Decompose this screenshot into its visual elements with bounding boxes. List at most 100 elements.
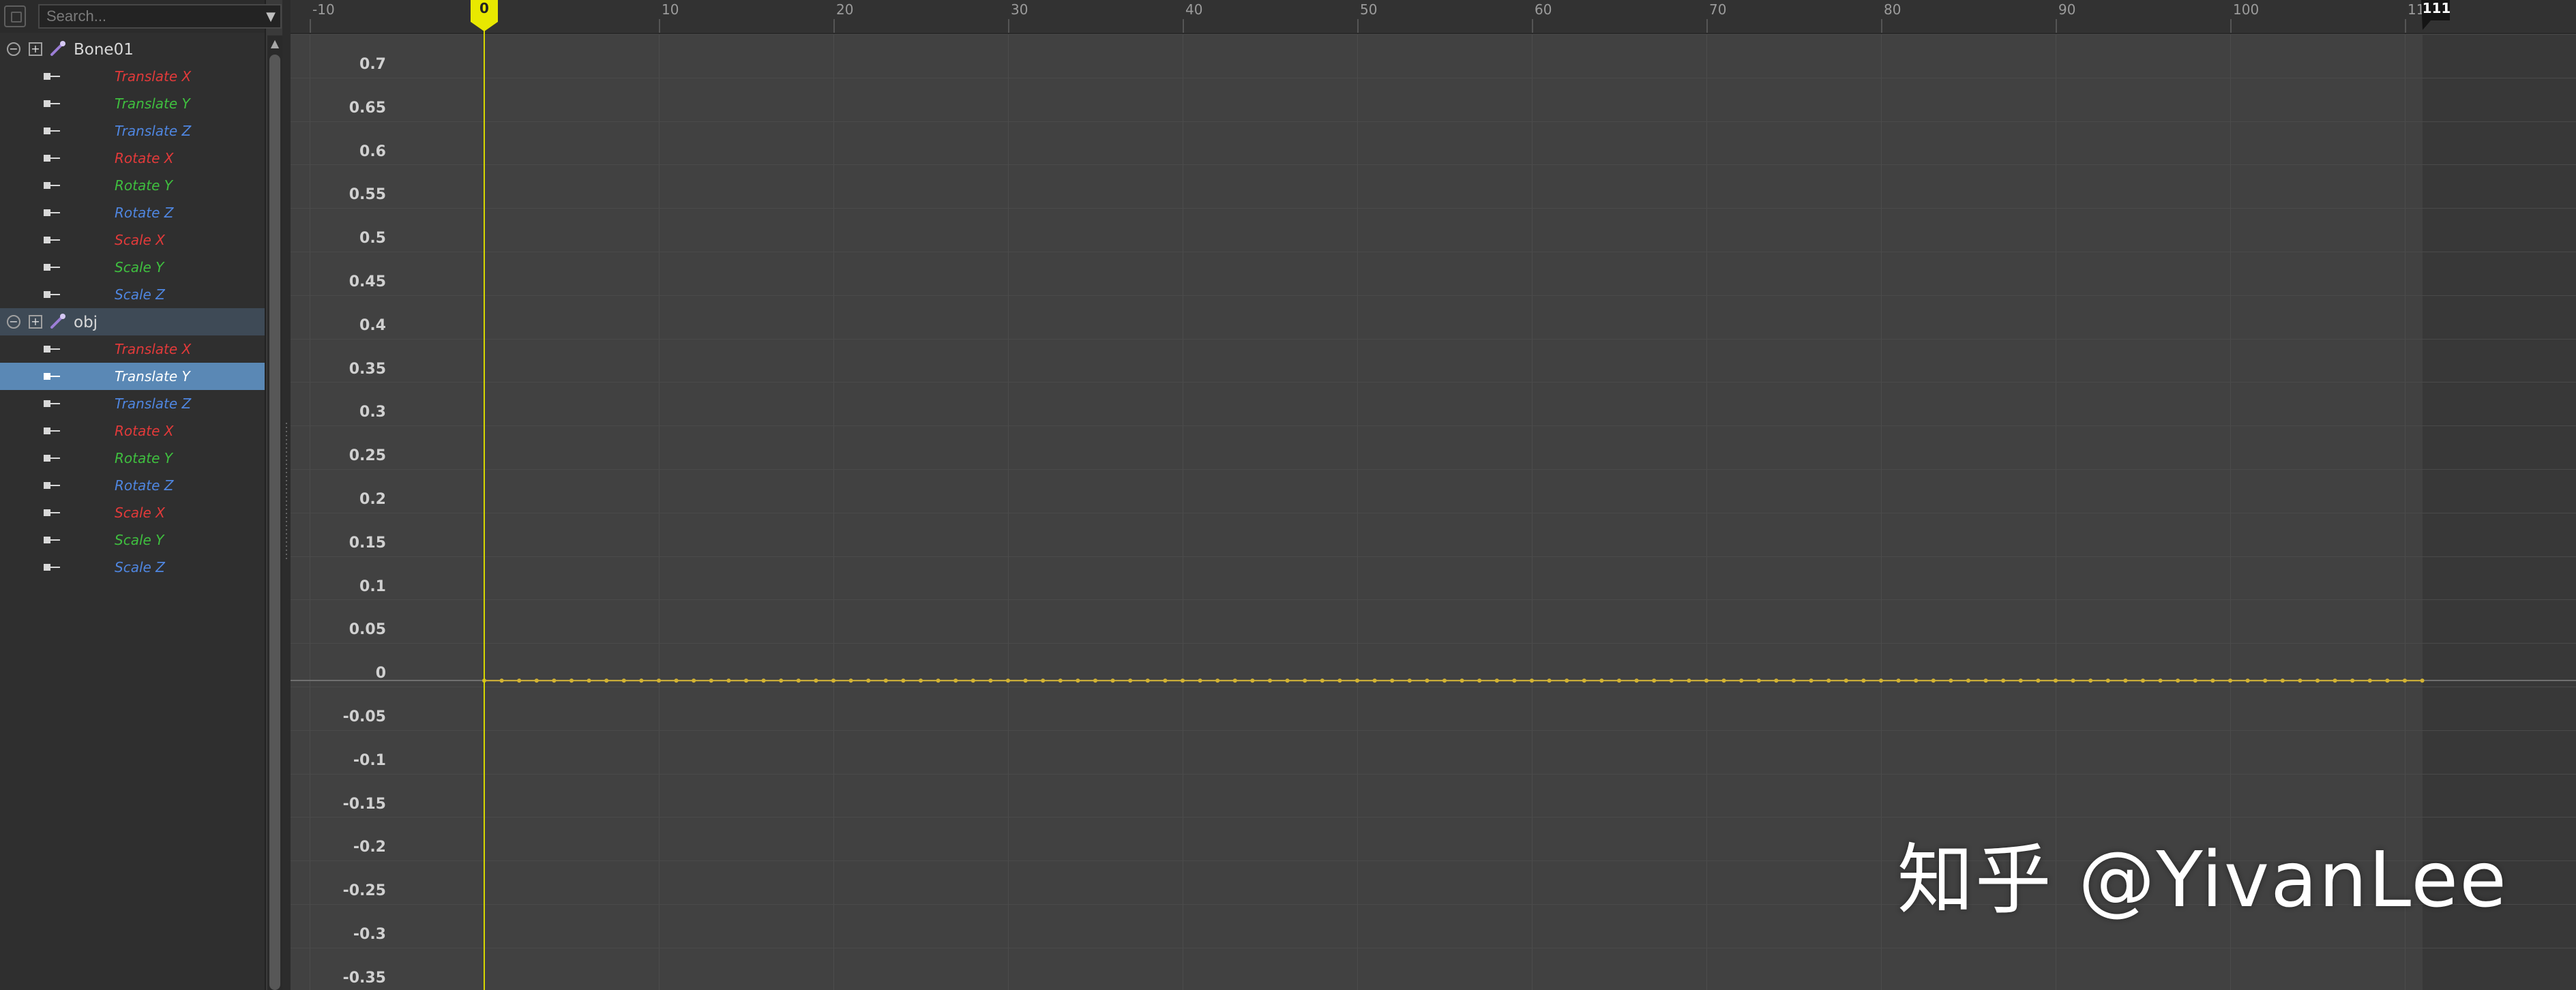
chevron-down-icon[interactable]: ▼ [261,5,280,27]
expand-all-icon[interactable]: + [29,42,42,56]
value-axis-label: -0.15 [342,795,386,813]
current-frame-readout: 0 [471,0,498,20]
ruler-tick-label: 100 [2233,1,2260,18]
track-label: Scale Y [115,532,164,548]
collapse-icon[interactable]: − [7,42,20,56]
key-track-icon [44,100,60,107]
zero-axis-line [291,680,2576,682]
tree-node-obj[interactable]: − + obj [0,308,265,335]
track-label: Scale Z [115,559,165,575]
grid-line-vertical [1532,33,1533,990]
tree-node-label: obj [74,314,98,331]
ruler-tick-label: 50 [1360,1,1378,18]
track-row-rotate-z[interactable]: Rotate Z [0,472,265,499]
value-axis-label: -0.25 [342,882,386,900]
ruler-tick-label: 60 [1535,1,1552,18]
track-label: Translate Z [115,395,192,412]
grid-line-horizontal [291,469,2576,470]
tree-node-label: Bone01 [74,41,134,59]
search-box[interactable]: ▼ [38,4,282,29]
track-row-scale-x[interactable]: Scale X [0,499,265,526]
watermark: 知乎 @YivanLee [1897,836,2508,925]
ruler-tick-label: 40 [1185,1,1203,18]
value-axis-label: 0.5 [359,230,386,247]
grid-line-horizontal [291,773,2576,775]
ruler-tick [1008,19,1009,33]
key-track-icon [44,127,60,134]
timeline-ruler[interactable]: -10 10 20 30 40 50 60 70 80 90 100 11 [291,0,2576,34]
value-axis-label: -0.2 [353,839,386,856]
value-axis-label: 0 [375,665,386,682]
track-row-scale-y[interactable]: Scale Y [0,526,265,554]
key-track-icon [44,509,60,516]
scroll-up-icon[interactable]: ▲ [267,35,282,50]
tree-scrollbar[interactable]: ▲ [267,35,282,990]
key-track-icon [44,291,60,298]
key-track-icon [44,237,60,243]
ruler-tick [2056,19,2057,33]
splitter-grip [286,423,287,559]
track-label: Translate X [115,68,192,85]
value-axis-label: 0.15 [349,534,386,552]
value-axis-label: -0.1 [353,751,386,769]
ruler-tick [310,19,311,33]
ruler-tick-label: -10 [312,1,335,18]
ruler-tick [1706,19,1708,33]
scrollbar-thumb[interactable] [269,55,280,990]
track-row-translate-y[interactable]: Translate Y [0,90,265,117]
ruler-tick [2405,19,2406,33]
panel-splitter[interactable] [282,0,291,990]
track-row-translate-y[interactable]: Translate Y [0,363,265,390]
track-row-translate-x[interactable]: Translate X [0,335,265,363]
track-row-translate-x[interactable]: Translate X [0,63,265,90]
collapse-icon[interactable]: − [7,315,20,329]
outliner-panel: ▼ −+Bone01Translate XTranslate YTranslat… [0,0,282,990]
track-label: Scale X [115,505,165,521]
track-label: Rotate Y [115,177,173,194]
ruler-tick [1881,19,1882,33]
track-row-rotate-x[interactable]: Rotate X [0,145,265,172]
key-track-icon [44,427,60,434]
expand-all-icon[interactable]: + [29,315,42,329]
track-row-scale-y[interactable]: Scale Y [0,254,265,281]
value-axis-label: -0.05 [342,708,386,725]
track-row-rotate-x[interactable]: Rotate X [0,417,265,445]
ruler-tick [1183,19,1184,33]
track-row-rotate-y[interactable]: Rotate Y [0,172,265,199]
key-track-icon [44,373,60,380]
grid-line-vertical [659,33,660,990]
tree-node-bone01[interactable]: − + Bone01 [0,35,265,63]
track-row-scale-x[interactable]: Scale X [0,226,265,254]
track-row-rotate-y[interactable]: Rotate Y [0,445,265,472]
ruler-tick-label: 20 [836,1,854,18]
grid-line-horizontal [291,599,2576,601]
value-axis-label: 0.3 [359,404,386,421]
grid-line-horizontal [291,164,2576,166]
grid-line-vertical [1706,33,1707,990]
key-track-icon [44,455,60,462]
grid-line-horizontal [291,34,2576,35]
current-frame-label: 0 [479,0,489,16]
track-label: Rotate Z [115,477,174,494]
key-track-icon [44,73,60,80]
track-label: Rotate X [115,423,174,439]
curve-graph[interactable]: -10 10 20 30 40 50 60 70 80 90 100 11 0 111 知乎 @Yiv… [291,0,2576,990]
track-row-scale-z[interactable]: Scale Z [0,281,265,308]
track-label: Rotate X [115,150,174,166]
search-input[interactable] [40,5,261,27]
filter-icon[interactable] [4,5,26,27]
track-row-scale-z[interactable]: Scale Z [0,554,265,581]
track-row-translate-z[interactable]: Translate Z [0,117,265,145]
track-label: Translate Y [115,368,190,385]
grid-line-horizontal [291,425,2576,427]
grid-line-vertical [1881,33,1882,990]
track-label: Translate Z [115,123,192,139]
value-axis-label: 0.4 [359,316,386,334]
track-row-rotate-z[interactable]: Rotate Z [0,199,265,226]
grid-line-vertical [1357,33,1358,990]
track-label: Scale Y [115,259,164,275]
key-track-icon [44,482,60,489]
playhead-line[interactable] [484,0,485,990]
track-row-translate-z[interactable]: Translate Z [0,390,265,417]
value-axis-label: 0.35 [349,360,386,378]
